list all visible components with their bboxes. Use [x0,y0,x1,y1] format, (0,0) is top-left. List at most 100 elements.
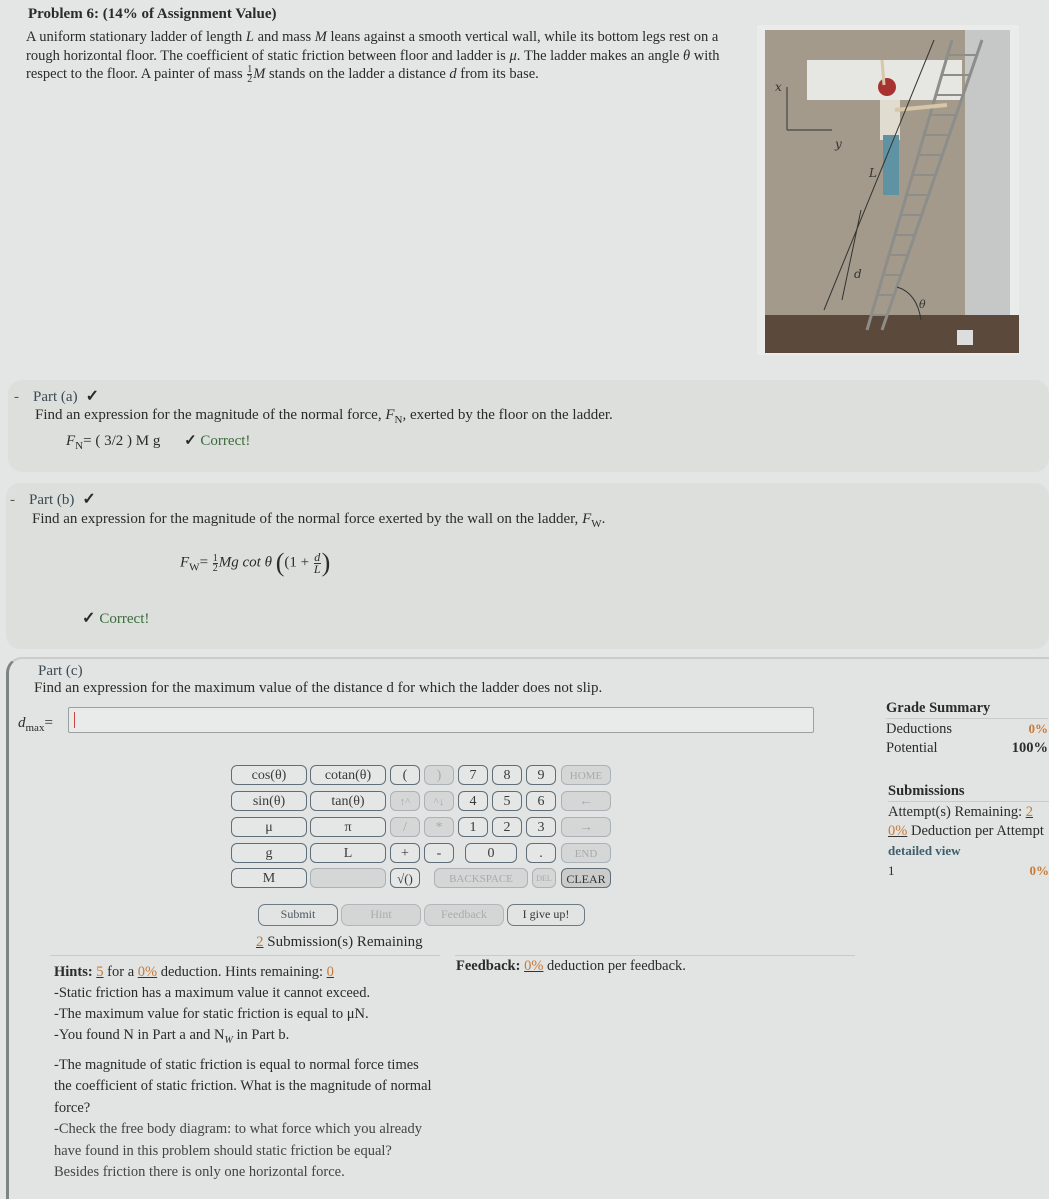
var-L: L [245,29,254,45]
key-cos[interactable]: cos(θ) [231,765,307,785]
key-divide[interactable]: / [390,817,420,837]
grade-summary-title: Grade Summary [886,700,991,716]
key-7[interactable]: 7 [458,765,488,785]
checkmark-icon: ✓ [82,491,96,508]
key-sin[interactable]: sin(θ) [231,791,307,811]
hints-header: Hints: 5 for a 0% deduction. Hints remai… [54,964,334,980]
problem-text: . The ladder makes an angle [516,47,684,64]
detailed-view-link[interactable]: detailed view [888,841,1049,861]
ladder-figure: x y L d θ [757,25,1019,355]
key-5[interactable]: 5 [492,791,522,811]
key-1[interactable]: 1 [458,817,488,837]
key-end[interactable]: END [561,843,611,863]
key-3[interactable]: 3 [526,817,556,837]
paint-bucket [957,330,973,345]
part-a-label: Part (a) [33,389,78,405]
part-c-question: Find an expression for the maximum value… [34,680,603,696]
key-minus[interactable]: - [424,843,454,863]
part-c-label: Part (c) [38,663,83,679]
key-0[interactable]: 0 [465,843,517,863]
checkmark-icon: ✓ [85,388,99,405]
hints-panel: Hints: 5 for a 0% deduction. Hints remai… [54,962,434,1184]
part-a-header[interactable]: - Part (a) ✓ [14,386,99,406]
submissions-remaining: 2 Submission(s) Remaining [256,934,423,950]
var-M: M [253,66,266,82]
feedback-info: Feedback: 0% deduction per feedback. [456,958,686,974]
key-2[interactable]: 2 [492,817,522,837]
checkmark-icon: ✓ [82,610,96,627]
fraction-half: 12 [247,64,253,86]
key-9[interactable]: 9 [526,765,556,785]
deduction-per-attempt: 0% Deduction per Attempt [888,823,1044,839]
key-close-paren[interactable]: ) [424,765,454,785]
problem-text: A uniform stationary ladder of length [26,29,246,45]
collapse-toggle[interactable]: - [10,492,15,508]
part-a-question: Find an expression for the magnitude of … [35,407,613,426]
var-M: M [314,29,327,45]
grade-summary: Grade Summary Deductions 0% Potential 10… [886,700,1048,757]
divider [50,955,440,956]
key-pi[interactable]: π [310,817,386,837]
collapse-toggle[interactable]: - [14,389,19,405]
correct-status: Correct! [99,611,150,627]
key-clear[interactable]: CLEAR [561,868,611,888]
label-theta: θ [919,298,926,311]
key-cotan[interactable]: cotan(θ) [310,765,386,785]
label-d: d [854,267,862,281]
hint-button[interactable]: Hint [341,904,421,926]
part-b-answer: FW= 1 2 Mg cot θ ((1 + d L) [180,548,331,577]
answer-input[interactable] [68,707,814,733]
answer-label: dmax= [18,715,53,734]
feedback-button[interactable]: Feedback [424,904,504,926]
key-decimal[interactable]: . [526,843,556,863]
floor [765,315,1019,353]
hint-item: -Static friction has a maximum value it … [54,985,371,1001]
label-L: L [868,166,877,180]
key-power-up[interactable]: ↑^ [390,791,420,811]
hint-item: -The magnitude of static friction is equ… [54,1056,432,1116]
potential-row: Potential 100% [886,740,1048,756]
hint-item: -Check the free body diagram: to what fo… [54,1121,422,1181]
key-del[interactable]: DEL [532,868,556,888]
correct-status: Correct! [200,433,251,449]
axis-x-label: x [775,80,782,94]
key-home[interactable]: HOME [561,765,611,785]
part-b-panel [6,483,1049,649]
key-L[interactable]: L [310,843,386,863]
problem-text: from its base. [456,66,539,82]
part-b-header[interactable]: - Part (b) ✓ [10,489,96,509]
key-tan[interactable]: tan(θ) [310,791,386,811]
deductions-row: Deductions 0% [886,721,1048,737]
key-plus[interactable]: + [390,843,420,863]
var-d: d [449,66,457,82]
submissions-title: Submissions [888,783,965,799]
key-4[interactable]: 4 [458,791,488,811]
key-g[interactable]: g [231,843,307,863]
key-mu[interactable]: μ [231,817,307,837]
key-empty[interactable] [310,868,386,888]
part-a-panel [8,380,1049,472]
part-b-status: ✓ Correct! [82,608,149,628]
hint-item: -You found N in Part a and NW in Part b. [54,1027,290,1046]
part-b-question: Find an expression for the magnitude of … [32,511,606,530]
checkmark-icon: ✓ [184,433,197,449]
key-M[interactable]: M [231,868,307,888]
problem-title: Problem 6: (14% of Assignment Value) [28,6,277,22]
key-6[interactable]: 6 [526,791,556,811]
key-right-arrow[interactable]: → [561,817,611,837]
part-b-label: Part (b) [29,492,75,508]
problem-statement: A uniform stationary ladder of length L … [26,28,736,86]
key-backspace[interactable]: BACKSPACE [434,868,528,888]
wall-side [965,30,1010,330]
submission-row: 1 0% [888,863,1049,878]
submit-button[interactable]: Submit [258,904,338,926]
text-caret [74,712,75,728]
key-sqrt[interactable]: √() [390,868,420,888]
key-power-down[interactable]: ^↓ [424,791,454,811]
part-a-answer: FN= ( 3/2 ) M g ✓ Correct! [66,433,251,452]
give-up-button[interactable]: I give up! [507,904,585,926]
key-left-arrow[interactable]: ← [561,791,611,811]
key-8[interactable]: 8 [492,765,522,785]
key-multiply[interactable]: * [424,817,454,837]
key-open-paren[interactable]: ( [390,765,420,785]
